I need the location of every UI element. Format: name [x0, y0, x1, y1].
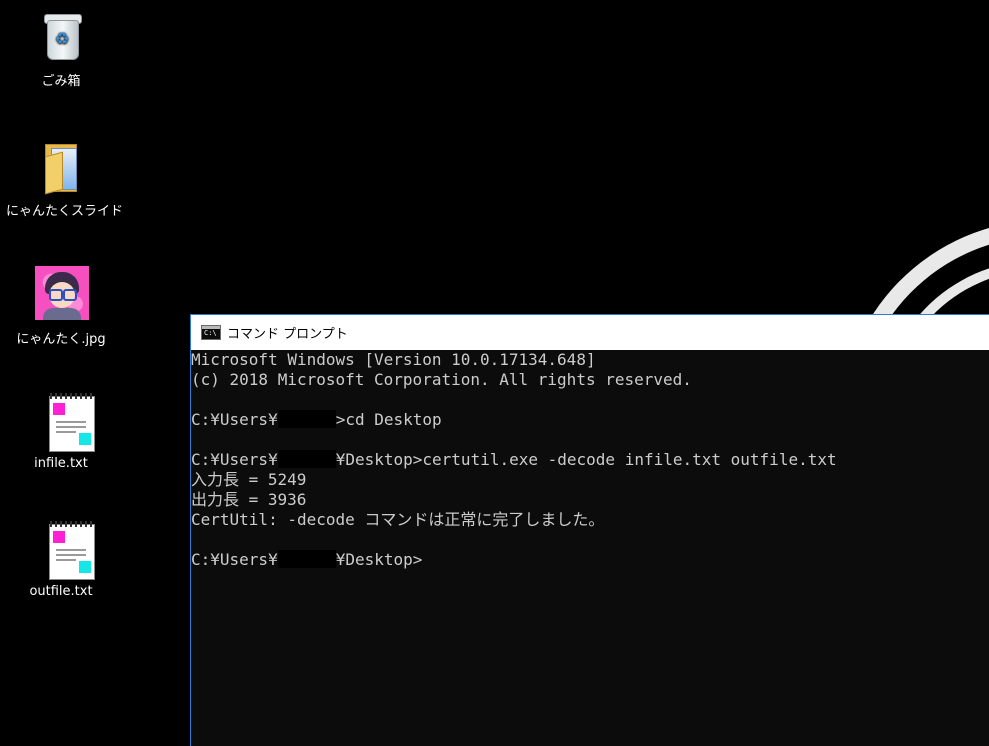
redacted-username — [277, 450, 336, 468]
console-line: 入力長 = 5249 — [191, 470, 307, 489]
prompt-path: ¥Desktop> — [335, 550, 423, 569]
image-file-icon — [31, 264, 91, 324]
prompt-prefix: C:¥Users¥ — [191, 410, 278, 429]
desktop-icon-folder[interactable]: にゃんたくスライド — [6, 136, 124, 219]
console-line: Microsoft Windows [Version 10.0.17134.64… — [191, 350, 596, 369]
desktop-icon-label: にゃんたく.jpg — [16, 332, 106, 347]
console-line: CertUtil: -decode コマンドは正常に完了しました。 — [191, 510, 605, 529]
text-file-icon — [31, 392, 95, 452]
prompt-prefix: C:¥Users¥ — [191, 550, 278, 569]
window-title: コマンド プロンプト — [227, 327, 348, 342]
folder-icon — [31, 136, 91, 196]
console-line: 出力長 = 3936 — [191, 490, 307, 509]
window-titlebar[interactable]: C:\ コマンド プロンプト — [191, 315, 989, 350]
console-line: (c) 2018 Microsoft Corporation. All righ… — [191, 370, 692, 389]
cmd-icon: C:\ — [201, 325, 221, 340]
desktop-icon-label: ごみ箱 — [41, 74, 81, 89]
console-line: C:¥Users¥ ¥Desktop>certutil.exe -decode i… — [191, 450, 989, 470]
desktop-icon-outfile[interactable]: outfile.txt — [6, 520, 116, 599]
prompt-prefix: C:¥Users¥ — [191, 450, 278, 469]
command-text: ¥Desktop>certutil.exe -decode infile.txt… — [335, 450, 837, 469]
text-file-icon — [31, 520, 95, 580]
desktop-icon-image-file[interactable]: にゃんたく.jpg — [6, 264, 116, 347]
desktop-icon-label: にゃんたくスライド — [6, 204, 124, 219]
console-line: C:¥Users¥ >cd Desktop — [191, 410, 989, 430]
desktop-icon-recycle-bin[interactable]: ♻ ごみ箱 — [6, 6, 116, 89]
recycle-bin-icon: ♻ — [31, 6, 91, 66]
redacted-username — [277, 550, 336, 568]
command-text: >cd Desktop — [335, 410, 442, 429]
desktop-icon-label: outfile.txt — [29, 584, 93, 599]
desktop: ♻ ごみ箱 にゃんたくスライド にゃんたく.jpg infile.txt out… — [0, 0, 989, 746]
command-prompt-window[interactable]: C:\ コマンド プロンプト Microsoft Windows [Versio… — [190, 314, 989, 746]
console-line: C:¥Users¥ ¥Desktop> — [191, 550, 989, 570]
redacted-username — [277, 410, 336, 428]
console-output[interactable]: Microsoft Windows [Version 10.0.17134.64… — [191, 350, 989, 570]
desktop-icon-label: infile.txt — [34, 456, 88, 471]
desktop-icon-infile[interactable]: infile.txt — [6, 392, 116, 471]
